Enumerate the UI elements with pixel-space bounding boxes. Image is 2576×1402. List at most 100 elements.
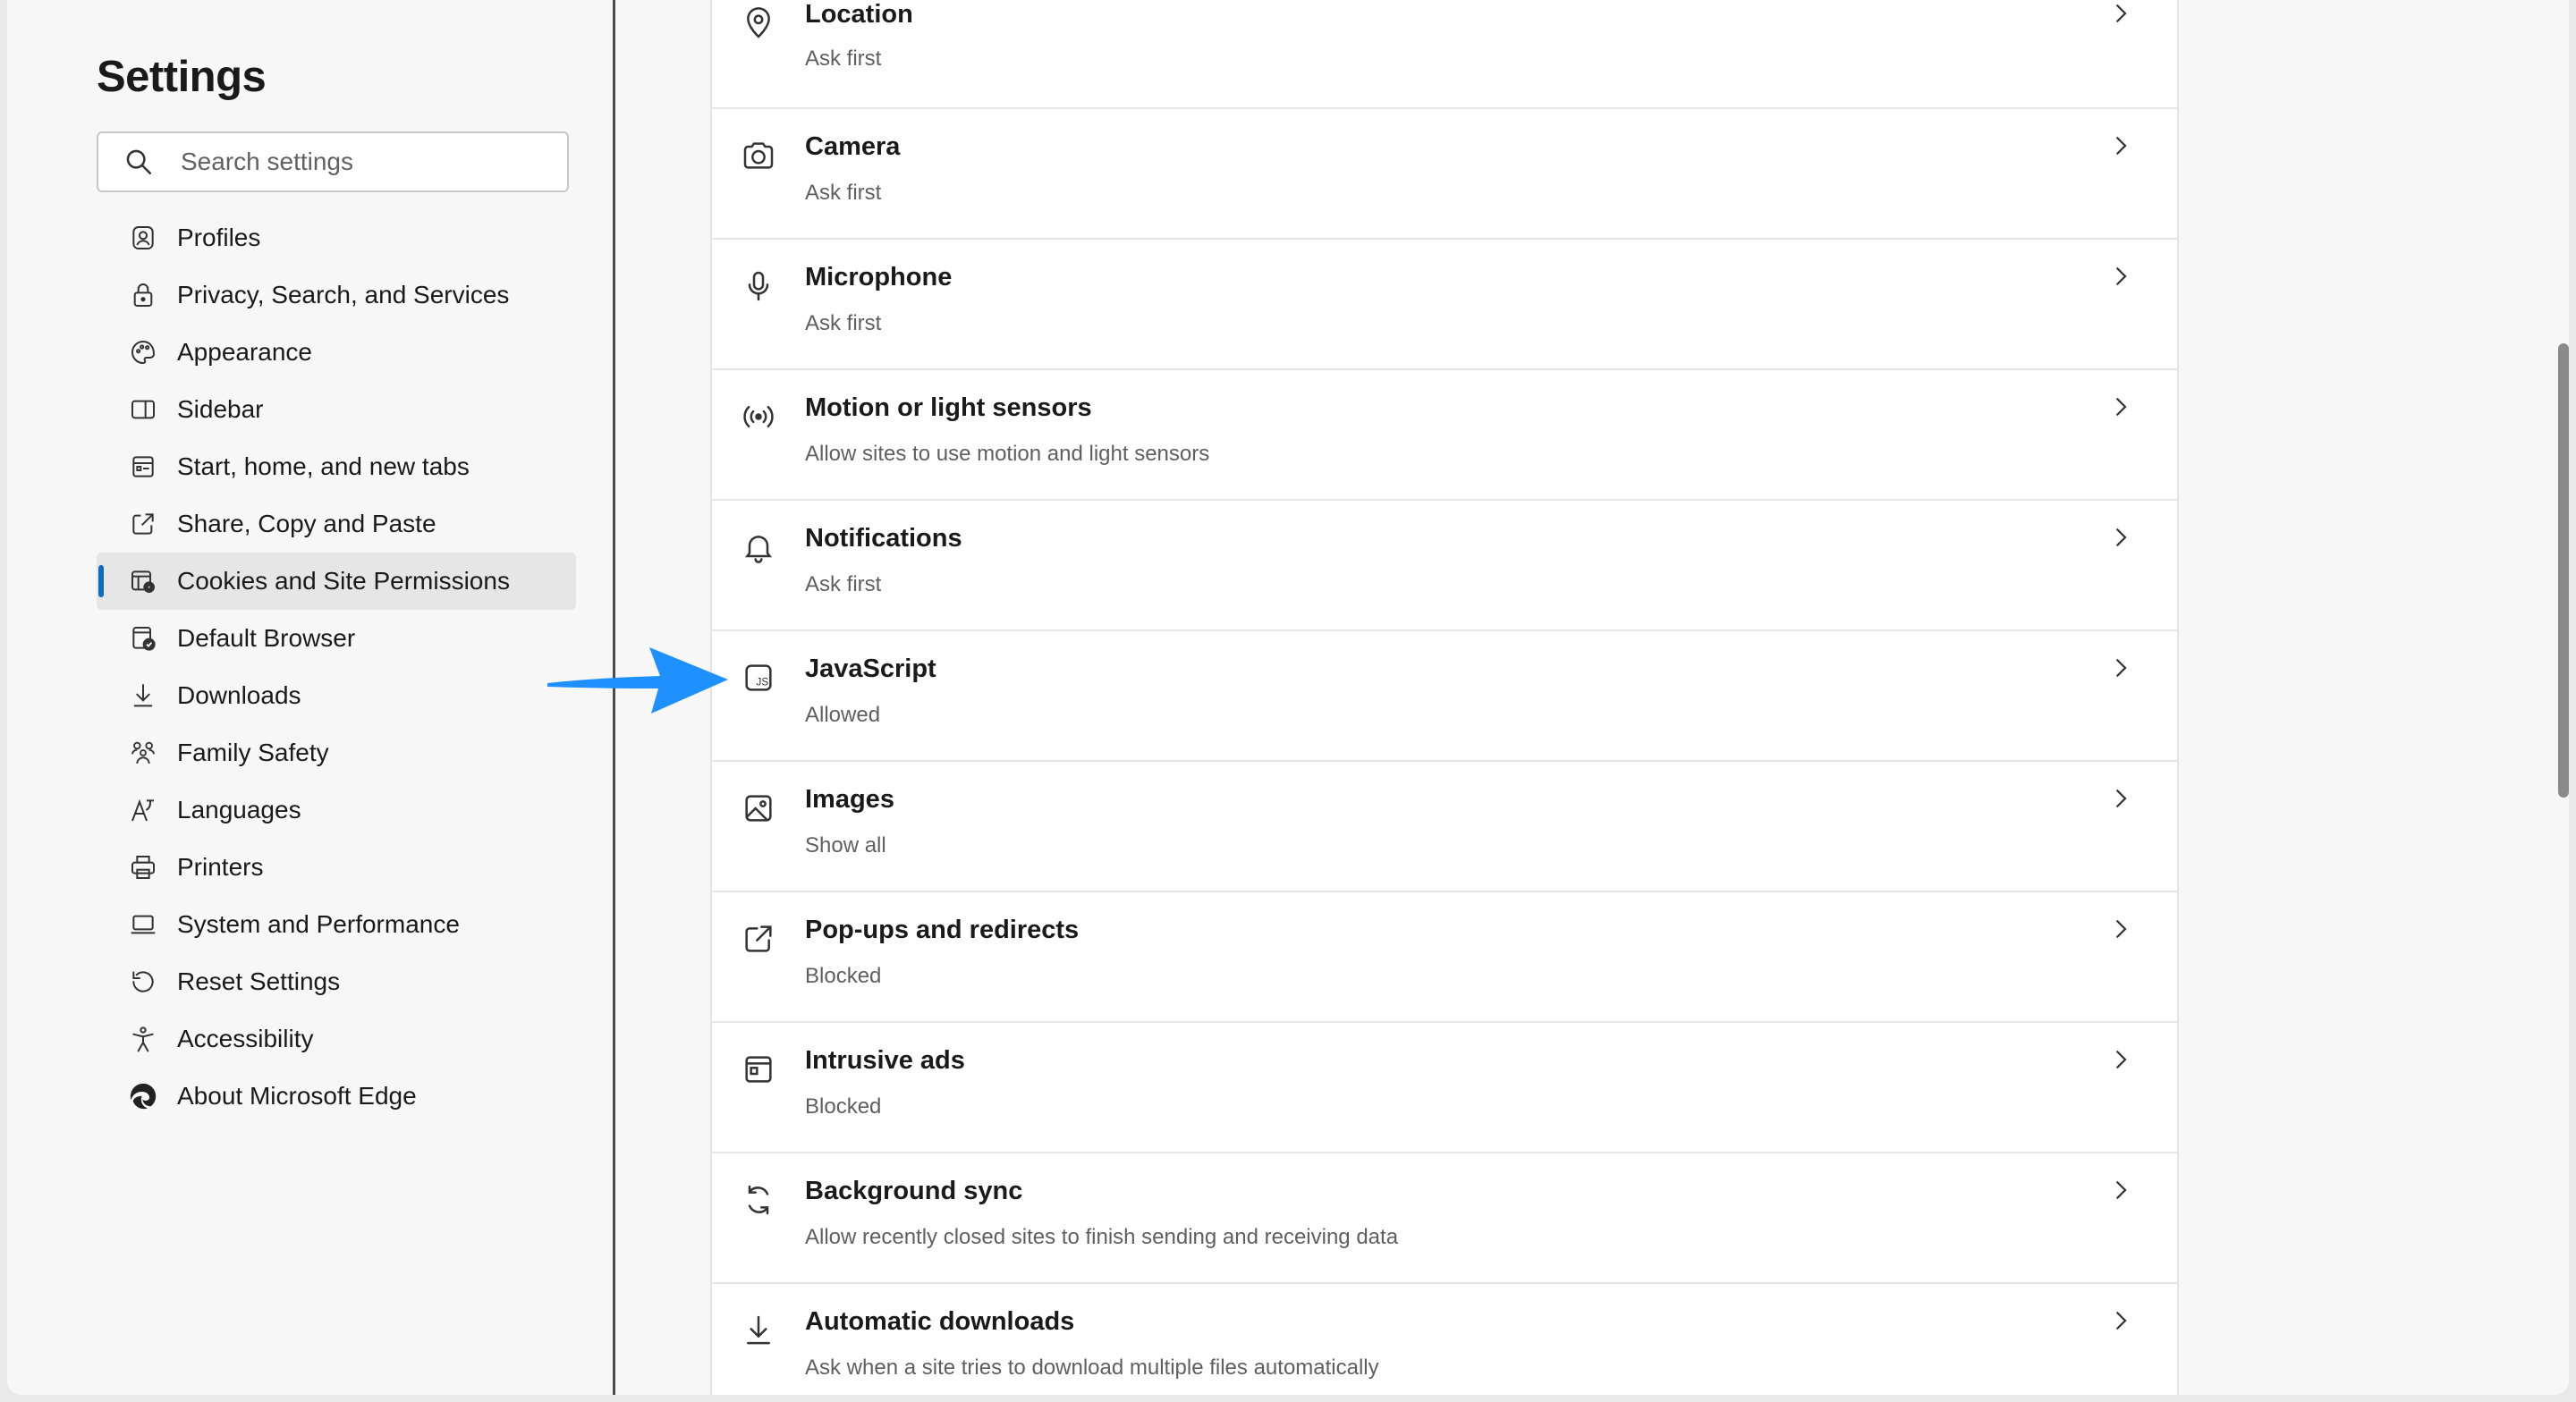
- page-title: Settings: [97, 53, 267, 101]
- scrollbar-thumb[interactable]: [2558, 343, 2569, 798]
- permission-row-camera[interactable]: Camera Ask first: [712, 109, 2177, 240]
- sidebar-item-label: Share, Copy and Paste: [177, 510, 436, 537]
- search-input[interactable]: [181, 148, 538, 176]
- sidebar-item-label: Cookies and Site Permissions: [177, 567, 510, 595]
- permission-status: Blocked: [805, 964, 882, 988]
- sidebar-item-family-safety[interactable]: Family Safety: [97, 724, 576, 781]
- printer-icon: [127, 851, 159, 883]
- permission-status: Allow recently closed sites to finish se…: [805, 1225, 1399, 1249]
- home-tabs-icon: [127, 451, 159, 483]
- sidebar-item-default-browser[interactable]: Default Browser: [97, 610, 576, 667]
- permission-title: Camera: [805, 132, 901, 161]
- chevron-right-icon: [2116, 4, 2127, 22]
- location-icon: [747, 7, 770, 38]
- camera-icon: [743, 142, 774, 169]
- share-icon: [127, 508, 159, 540]
- permission-row-intrusive-ads[interactable]: Intrusive ads Blocked: [712, 1023, 2177, 1153]
- settings-nav: Profiles Privacy, Search, and Services A…: [97, 209, 576, 1125]
- accessibility-icon: [127, 1023, 159, 1055]
- sidebar-item-label: Profiles: [177, 224, 261, 251]
- sidebar-item-system[interactable]: System and Performance: [97, 896, 576, 953]
- permission-status: Allowed: [805, 703, 881, 727]
- permission-title: Intrusive ads: [805, 1046, 965, 1075]
- chevron-right-icon: [2116, 267, 2127, 285]
- sidebar-item-label: Downloads: [177, 681, 301, 709]
- permission-title: Pop-ups and redirects: [805, 916, 1080, 944]
- sidebar-item-label: System and Performance: [177, 910, 460, 938]
- permission-status: Show all: [805, 833, 886, 857]
- sidebar-item-label: Languages: [177, 796, 301, 823]
- permission-row-notifications[interactable]: Notifications Ask first: [712, 501, 2177, 631]
- main-content: Location Ask first Camera Ask first Micr…: [615, 0, 2569, 1395]
- sidebar-item-accessibility[interactable]: Accessibility: [97, 1010, 576, 1068]
- permission-row-motion-sensors[interactable]: Motion or light sensors Allow sites to u…: [712, 370, 2177, 501]
- chevron-right-icon: [2116, 528, 2127, 546]
- permission-title: Background sync: [805, 1177, 1023, 1205]
- cookies-icon: [127, 565, 159, 597]
- sync-icon: [748, 1185, 769, 1215]
- chevron-right-icon: [2116, 398, 2127, 416]
- sidebar-item-label: Default Browser: [177, 624, 356, 652]
- sidebar-item-appearance[interactable]: Appearance: [97, 324, 576, 381]
- sidebar-item-share[interactable]: Share, Copy and Paste: [97, 495, 576, 553]
- permission-title: Automatic downloads: [805, 1307, 1075, 1336]
- javascript-icon: JS: [745, 664, 772, 691]
- svg-text:JS: JS: [757, 676, 769, 688]
- search-box[interactable]: [97, 131, 569, 192]
- permission-row-automatic-downloads[interactable]: Automatic downloads Ask when a site trie…: [712, 1284, 2177, 1395]
- chevron-right-icon: [2116, 137, 2127, 155]
- chevron-right-icon: [2116, 1312, 2127, 1330]
- chevron-right-icon: [2116, 1051, 2127, 1068]
- palette-icon: [127, 336, 159, 368]
- ads-icon: [745, 1056, 772, 1083]
- image-icon: [745, 795, 772, 822]
- sidebar-icon: [127, 393, 159, 426]
- sidebar-item-label: Sidebar: [177, 395, 264, 423]
- sidebar-item-start-home[interactable]: Start, home, and new tabs: [97, 438, 576, 495]
- chevron-right-icon: [2116, 790, 2127, 807]
- download-icon: [127, 680, 159, 712]
- sidebar-item-sidebar[interactable]: Sidebar: [97, 381, 576, 438]
- settings-window: Settings Profiles Privacy, Search, and S…: [7, 0, 2569, 1395]
- permission-row-location[interactable]: Location Ask first: [712, 0, 2177, 109]
- permission-title: Motion or light sensors: [805, 393, 1092, 422]
- sidebar-item-languages[interactable]: Languages: [97, 781, 576, 839]
- permission-row-popups[interactable]: Pop-ups and redirects Blocked: [712, 892, 2177, 1023]
- permission-title: Notifications: [805, 524, 962, 553]
- permission-title: Location: [805, 0, 913, 29]
- lock-icon: [127, 279, 159, 311]
- permission-status: Ask first: [805, 311, 882, 335]
- chevron-right-icon: [2116, 920, 2127, 938]
- sidebar-item-downloads[interactable]: Downloads: [97, 667, 576, 724]
- sensor-icon: [743, 405, 774, 428]
- default-browser-icon: [127, 622, 159, 655]
- permission-row-javascript[interactable]: JS JavaScript Allowed: [712, 631, 2177, 762]
- sidebar-item-cookies[interactable]: Cookies and Site Permissions: [97, 553, 576, 610]
- languages-icon: [127, 794, 159, 826]
- sidebar-item-privacy[interactable]: Privacy, Search, and Services: [97, 266, 576, 324]
- sidebar-item-label: Start, home, and new tabs: [177, 452, 470, 480]
- permission-row-microphone[interactable]: Microphone Ask first: [712, 240, 2177, 370]
- sidebar-item-printers[interactable]: Printers: [97, 839, 576, 896]
- settings-sidebar: Settings Profiles Privacy, Search, and S…: [7, 0, 614, 1395]
- chevron-right-icon: [2116, 1181, 2127, 1199]
- annotation-arrow-icon: [547, 647, 728, 714]
- sidebar-item-about[interactable]: About Microsoft Edge: [97, 1068, 576, 1125]
- permission-status: Blocked: [805, 1094, 882, 1119]
- permission-row-background-sync[interactable]: Background sync Allow recently closed si…: [712, 1153, 2177, 1284]
- sidebar-item-reset[interactable]: Reset Settings: [97, 953, 576, 1010]
- sidebar-item-profiles[interactable]: Profiles: [97, 209, 576, 266]
- permission-status: Ask first: [805, 46, 882, 71]
- permission-row-images[interactable]: Images Show all: [712, 762, 2177, 892]
- reset-icon: [127, 966, 159, 998]
- permissions-list: Location Ask first Camera Ask first Micr…: [710, 0, 2179, 1395]
- bell-icon: [745, 536, 772, 563]
- permission-title: Images: [805, 785, 894, 814]
- sidebar-item-label: Family Safety: [177, 739, 329, 766]
- sidebar-item-label: About Microsoft Edge: [177, 1082, 417, 1110]
- permission-status: Allow sites to use motion and light sens…: [805, 442, 1210, 466]
- permission-status: Ask first: [805, 572, 882, 596]
- microphone-icon: [748, 271, 769, 301]
- sidebar-item-label: Printers: [177, 853, 264, 881]
- permission-title: Microphone: [805, 263, 953, 291]
